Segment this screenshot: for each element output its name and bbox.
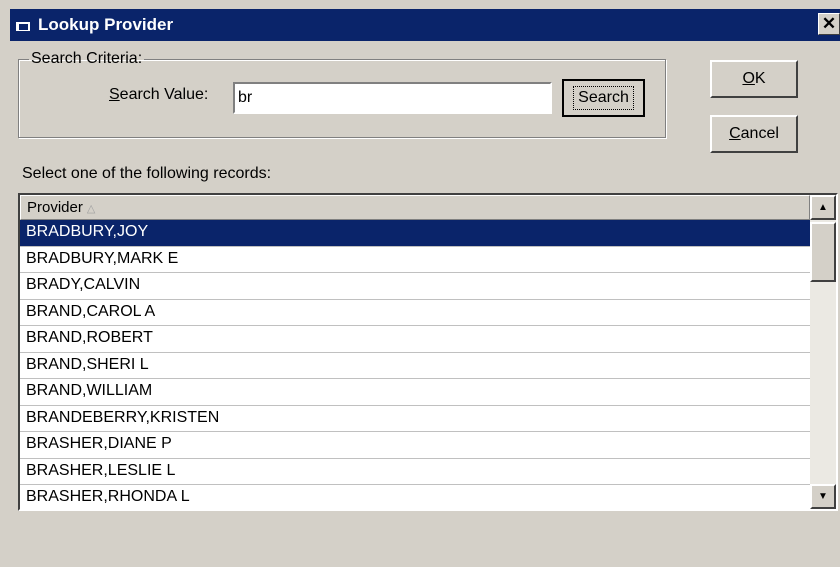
- close-button[interactable]: ✕: [818, 13, 840, 35]
- search-value-label: Search Value:: [109, 86, 209, 103]
- ok-button[interactable]: OK: [710, 60, 798, 98]
- provider-row[interactable]: BRASHER,LESLIE L: [20, 459, 810, 485]
- search-criteria-legend: Search Criteria:: [31, 50, 143, 67]
- provider-row[interactable]: BRANDEBERRY,KRISTEN: [20, 406, 810, 432]
- app-icon: [16, 19, 30, 31]
- provider-row[interactable]: BRAND,ROBERT: [20, 326, 810, 353]
- cancel-button[interactable]: Cancel: [710, 115, 798, 153]
- provider-rows: BRADBURY,JOY BRADBURY,MARK E BRADY,CALVIN B…: [20, 220, 810, 509]
- arrow-down-icon: ▼: [818, 491, 828, 502]
- search-button[interactable]: Search: [562, 79, 645, 117]
- vertical-scrollbar[interactable]: ▲ ▼: [810, 195, 836, 509]
- close-icon: ✕: [821, 14, 837, 33]
- provider-row[interactable]: BRADBURY,JOY: [20, 220, 810, 247]
- provider-row[interactable]: BRAND,WILLIAM: [20, 379, 810, 406]
- arrow-up-icon: ▲: [818, 202, 828, 213]
- scroll-thumb[interactable]: [810, 222, 836, 282]
- window-title: Lookup Provider: [38, 15, 174, 34]
- provider-list[interactable]: Provider △ BRADBURY,JOY BRADBURY,MARK E BRA…: [18, 193, 838, 511]
- records-instruction: Select one of the following records:: [22, 165, 272, 182]
- scroll-down-button[interactable]: ▼: [810, 484, 836, 509]
- provider-row[interactable]: BRAND,SHERI L: [20, 353, 810, 379]
- search-value-input[interactable]: [233, 82, 552, 114]
- sort-ascending-icon: △: [86, 203, 96, 215]
- title-bar: Lookup Provider ✕: [10, 9, 840, 41]
- provider-row[interactable]: BRADBURY,MARK E: [20, 247, 810, 273]
- provider-row[interactable]: BRADY,CALVIN: [20, 273, 810, 300]
- provider-row[interactable]: BRASHER,DIANE P: [20, 432, 810, 459]
- scroll-up-button[interactable]: ▲: [810, 195, 836, 220]
- provider-row[interactable]: BRAND,CAROL A: [20, 300, 810, 326]
- search-button-label: Search: [573, 86, 634, 110]
- column-header-provider[interactable]: Provider △: [20, 195, 810, 220]
- provider-row[interactable]: BRASHER,RHONDA L: [20, 485, 810, 509]
